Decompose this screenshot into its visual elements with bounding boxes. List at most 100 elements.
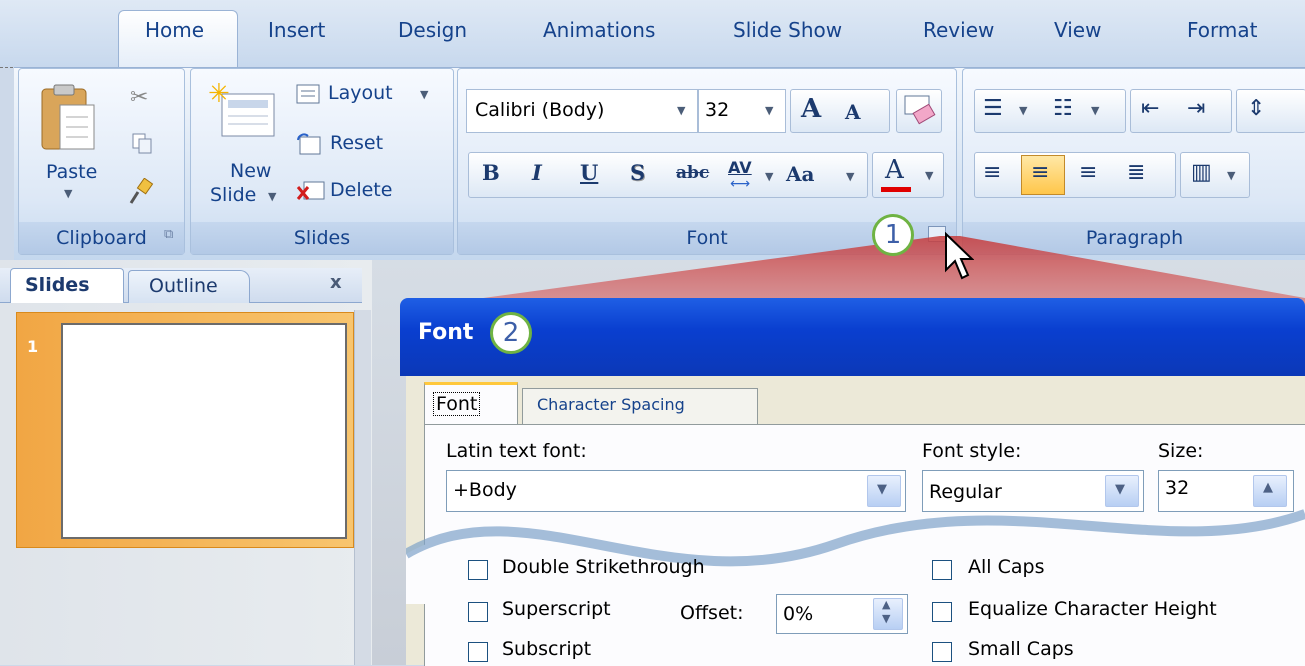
offset-label: Offset:: [680, 602, 744, 624]
align-left-icon[interactable]: ≡: [983, 160, 1001, 185]
small-caps-label: Small Caps: [968, 638, 1074, 660]
superscript-label: Superscript: [502, 598, 611, 620]
increase-indent-icon[interactable]: ⇥: [1187, 96, 1205, 121]
format-painter-icon[interactable]: [128, 177, 154, 204]
equalize-height-checkbox[interactable]: [932, 602, 952, 622]
layout-icon: [296, 84, 320, 104]
callout-beam: [410, 236, 1305, 308]
tab-outline[interactable]: Outline: [128, 270, 250, 303]
chevron-down-icon: ▼: [64, 187, 73, 200]
delete-icon: [296, 181, 325, 200]
new-slide-label-1: New: [230, 160, 272, 182]
new-slide-button[interactable]: ✳ New Slide ▼: [200, 78, 290, 213]
shadow-button[interactable]: S: [630, 160, 645, 185]
tab-home[interactable]: Home: [145, 18, 204, 42]
align-buttons: ≡ ≡ ≡ ≣: [974, 152, 1176, 198]
offset-spinner[interactable]: 0% ▲ ▼: [776, 594, 908, 634]
cut-icon[interactable]: ✂: [130, 85, 148, 110]
grow-shrink-group: A A: [790, 89, 890, 133]
font-color-bar: [881, 187, 911, 192]
font-size-combo[interactable]: 32 ▼: [698, 89, 786, 133]
paste-label: Paste: [46, 161, 98, 183]
layout-label: Layout: [328, 82, 393, 104]
tab-insert[interactable]: Insert: [268, 18, 325, 42]
latin-font-label: Latin text font:: [446, 440, 587, 462]
callout-two: 2: [490, 312, 532, 354]
line-spacing-button[interactable]: ⇕: [1236, 89, 1305, 133]
size-label: Size:: [1158, 440, 1204, 462]
spin-button[interactable]: ▲ ▼: [873, 598, 903, 630]
tab-character-spacing-label: Character Spacing: [537, 395, 685, 414]
pane-scrollbar[interactable]: [354, 310, 371, 665]
reset-icon: [297, 133, 321, 155]
numbering-icon[interactable]: ☷: [1053, 96, 1073, 121]
chevron-down-icon: ▼: [677, 104, 686, 117]
font-dialog: Font 2 Font Character Spacing Latin text…: [400, 298, 1305, 666]
underline-button[interactable]: U: [580, 160, 598, 185]
tab-format[interactable]: Format: [1187, 18, 1257, 42]
bold-button[interactable]: B: [482, 160, 500, 185]
dialog-launcher-icon[interactable]: ⧉: [164, 227, 173, 242]
bullets-icon[interactable]: ☰: [983, 96, 1003, 121]
slide-thumbnail: [61, 323, 347, 539]
subscript-label: Subscript: [502, 638, 592, 660]
dialog-title: Font: [418, 320, 474, 345]
decrease-indent-icon[interactable]: ⇤: [1141, 96, 1159, 121]
subscript-checkbox[interactable]: [468, 642, 488, 662]
align-center-icon: ≡: [1031, 160, 1050, 185]
slide-thumbnail-selected[interactable]: 1: [16, 312, 354, 548]
eraser-icon: [904, 95, 936, 125]
shrink-font-button[interactable]: A: [845, 100, 861, 124]
paste-button[interactable]: Paste ▼: [32, 75, 110, 205]
italic-button[interactable]: I: [532, 160, 542, 185]
mouse-pointer-icon: [945, 232, 974, 280]
tab-review[interactable]: Review: [923, 18, 994, 42]
layout-button[interactable]: Layout ▼: [296, 82, 446, 110]
close-pane-button[interactable]: x: [330, 272, 342, 293]
chevron-down-icon: ▼: [925, 169, 934, 182]
clipboard-icon: [41, 84, 95, 150]
font-size-value: 32: [705, 99, 730, 121]
strikethrough-button[interactable]: abc: [676, 163, 709, 183]
tab-animations[interactable]: Animations: [543, 18, 655, 42]
indent-buttons: ⇤ ⇥: [1130, 89, 1232, 133]
chevron-up-icon: ▲: [882, 598, 891, 611]
tab-slide-show[interactable]: Slide Show: [733, 18, 842, 42]
tear-separator: [406, 509, 1305, 604]
small-caps-checkbox[interactable]: [932, 642, 952, 662]
tab-design[interactable]: Design: [398, 18, 467, 42]
new-slide-label-2: Slide: [210, 184, 257, 206]
grow-font-button[interactable]: A: [801, 94, 821, 124]
dialog-body: Font Character Spacing Latin text font: …: [406, 376, 1305, 666]
justify-icon[interactable]: ≣: [1127, 160, 1145, 185]
tab-view[interactable]: View: [1054, 18, 1101, 42]
reset-button[interactable]: Reset: [296, 130, 446, 158]
all-caps-label: All Caps: [968, 556, 1045, 578]
offset-value: 0%: [783, 603, 814, 625]
columns-button[interactable]: ▥ ▼: [1180, 152, 1250, 198]
all-caps-checkbox[interactable]: [932, 560, 952, 580]
superscript-checkbox[interactable]: [468, 602, 488, 622]
character-spacing-button[interactable]: AV: [728, 158, 752, 177]
tab-character-spacing[interactable]: Character Spacing: [522, 388, 758, 425]
tab-outline-label: Outline: [149, 275, 218, 297]
align-center-button[interactable]: ≡: [1021, 155, 1065, 195]
new-slide-icon: ✳: [208, 80, 275, 137]
tab-slides[interactable]: Slides: [10, 268, 124, 303]
double-strikethrough-checkbox[interactable]: [468, 560, 488, 580]
font-color-letter: A: [885, 155, 904, 185]
delete-button[interactable]: Delete: [296, 177, 446, 205]
chevron-down-icon: ▼: [1019, 104, 1028, 117]
tab-font[interactable]: Font: [424, 382, 518, 427]
align-right-icon[interactable]: ≡: [1079, 160, 1097, 185]
chevron-down-icon: ▼: [765, 170, 774, 183]
double-strikethrough-label: Double Strikethrough: [502, 556, 705, 578]
font-name-combo[interactable]: Calibri (Body) ▼: [466, 89, 698, 133]
copy-icon[interactable]: [132, 133, 152, 154]
change-case-button[interactable]: Aa: [786, 162, 814, 186]
clear-formatting-button[interactable]: [896, 89, 942, 133]
chevron-down-icon: ▼: [1227, 169, 1236, 182]
font-name-value: Calibri (Body): [475, 99, 605, 121]
font-color-button[interactable]: A ▼: [872, 152, 944, 198]
chevron-up-icon: ▲: [1263, 480, 1273, 495]
